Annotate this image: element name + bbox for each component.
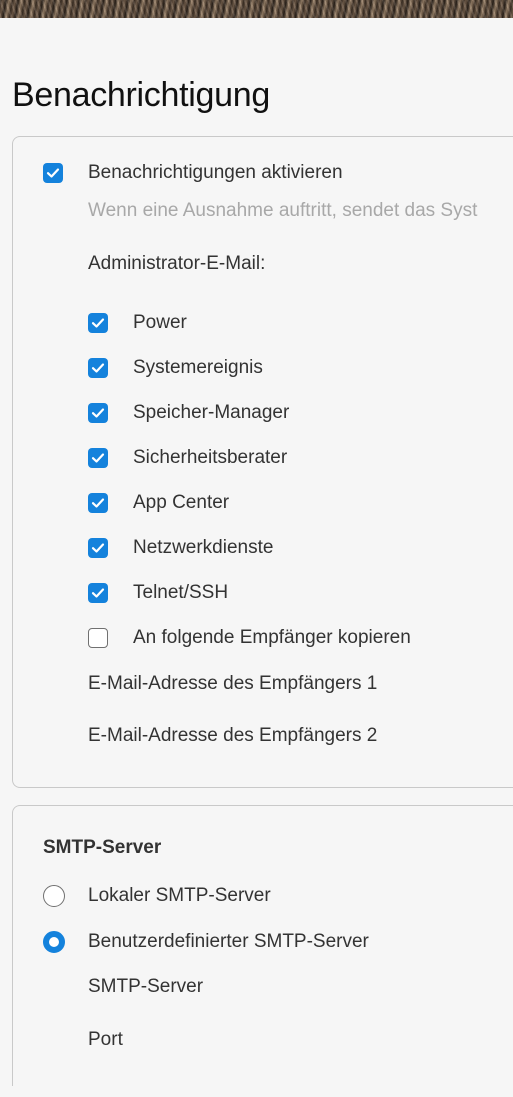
- port-field-label: Port: [88, 1029, 123, 1050]
- checkmark-icon: [91, 498, 105, 508]
- category-row-speicher-manager[interactable]: Speicher-Manager: [88, 402, 289, 424]
- smtp-server-field-label: SMTP-Server: [88, 976, 204, 997]
- checkmark-icon: [91, 588, 105, 598]
- systemereignis-label: Systemereignis: [133, 357, 263, 378]
- local-smtp-label: Lokaler SMTP-Server: [88, 885, 271, 906]
- category-row-telnet-ssh[interactable]: Telnet/SSH: [88, 582, 228, 604]
- checkmark-icon: [91, 543, 105, 553]
- speicher-manager-label: Speicher-Manager: [133, 402, 290, 423]
- copy-recipients-label: An folgende Empfänger kopieren: [133, 627, 411, 648]
- app-center-label: App Center: [133, 492, 230, 513]
- page-title: Benachrichtigung: [12, 76, 270, 114]
- category-row-netzwerkdienste[interactable]: Netzwerkdienste: [88, 537, 273, 559]
- notifications-hint: Wenn eine Ausnahme auftritt, sendet das …: [88, 200, 478, 221]
- custom-smtp-option[interactable]: Benutzerdefinierter SMTP-Server: [43, 931, 369, 953]
- admin-email-label: Administrator-E-Mail:: [88, 253, 266, 274]
- enable-notifications-row[interactable]: Benachrichtigungen aktivieren: [43, 162, 343, 184]
- header-banner-image: [0, 0, 513, 18]
- copy-recipients-checkbox[interactable]: [88, 628, 108, 648]
- category-row-systemereignis[interactable]: Systemereignis: [88, 357, 263, 379]
- local-smtp-radio[interactable]: [43, 885, 65, 907]
- local-smtp-option[interactable]: Lokaler SMTP-Server: [43, 885, 271, 907]
- notifications-panel: Benachrichtigungen aktivieren Wenn eine …: [12, 136, 513, 788]
- custom-smtp-label: Benutzerdefinierter SMTP-Server: [88, 931, 369, 952]
- checkmark-icon: [91, 363, 105, 373]
- copy-recipients-row[interactable]: An folgende Empfänger kopieren: [88, 627, 411, 649]
- smtp-panel: SMTP-Server Lokaler SMTP-Server Benutzer…: [12, 805, 513, 1086]
- sicherheitsberater-label: Sicherheitsberater: [133, 447, 288, 468]
- enable-notifications-checkbox[interactable]: [43, 163, 63, 183]
- sicherheitsberater-checkbox[interactable]: [88, 448, 108, 468]
- app-center-checkbox[interactable]: [88, 493, 108, 513]
- category-row-app-center[interactable]: App Center: [88, 492, 229, 514]
- custom-smtp-radio[interactable]: [43, 931, 65, 953]
- netzwerkdienste-label: Netzwerkdienste: [133, 537, 274, 558]
- enable-notifications-label: Benachrichtigungen aktivieren: [88, 162, 343, 183]
- checkmark-icon: [46, 168, 60, 178]
- checkmark-icon: [91, 318, 105, 328]
- netzwerkdienste-checkbox[interactable]: [88, 538, 108, 558]
- speicher-manager-checkbox[interactable]: [88, 403, 108, 423]
- checkmark-icon: [91, 453, 105, 463]
- power-label: Power: [133, 312, 187, 333]
- checkmark-icon: [91, 408, 105, 418]
- category-row-power[interactable]: Power: [88, 312, 187, 334]
- smtp-section-title: SMTP-Server: [43, 837, 162, 858]
- recipient-email-2-label: E-Mail-Adresse des Empfängers 2: [88, 725, 378, 746]
- systemereignis-checkbox[interactable]: [88, 358, 108, 378]
- recipient-email-1-label: E-Mail-Adresse des Empfängers 1: [88, 673, 378, 694]
- telnet-ssh-label: Telnet/SSH: [133, 582, 229, 603]
- power-checkbox[interactable]: [88, 313, 108, 333]
- category-row-sicherheitsberater[interactable]: Sicherheitsberater: [88, 447, 287, 469]
- telnet-ssh-checkbox[interactable]: [88, 583, 108, 603]
